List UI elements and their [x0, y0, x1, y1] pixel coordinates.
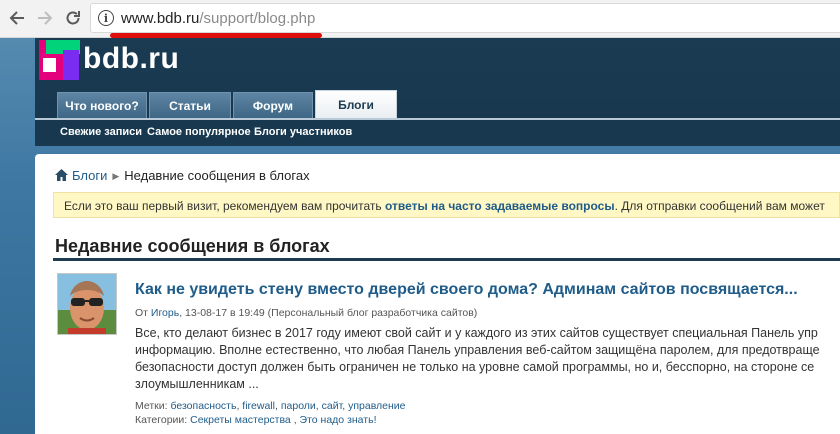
- post-categories: Категории: Секреты мастерства , Это надо…: [135, 414, 377, 426]
- notice-text-before: Если это ваш первый визит, рекомендуем в…: [64, 199, 385, 213]
- tag-link[interactable]: пароли: [281, 400, 316, 412]
- reload-icon[interactable]: [60, 5, 86, 31]
- faq-link[interactable]: ответы на часто задаваемые вопросы: [385, 199, 615, 213]
- forward-arrow-icon[interactable]: [32, 5, 58, 31]
- post-author-link[interactable]: Игорь: [151, 307, 179, 319]
- tab-blogs[interactable]: Блоги: [315, 90, 397, 118]
- category-link[interactable]: Секреты мастерства: [190, 414, 291, 426]
- tag-link[interactable]: firewall: [242, 400, 275, 412]
- breadcrumb: Блоги ▶ Недавние сообщения в блогах: [55, 168, 310, 184]
- excerpt-line: Все, кто делают бизнес в 2017 году имеют…: [135, 326, 818, 340]
- excerpt-line: злоумышленникам ...: [135, 377, 259, 391]
- subnav-most-popular[interactable]: Самое популярное: [147, 126, 251, 138]
- back-arrow-icon[interactable]: [4, 5, 30, 31]
- breadcrumb-blogs-link[interactable]: Блоги: [72, 168, 107, 183]
- logo-icon[interactable]: [35, 40, 81, 82]
- address-bar[interactable]: i www.bdb.ru/support/blog.php: [90, 3, 840, 33]
- breadcrumb-current: Недавние сообщения в блогах: [124, 168, 310, 183]
- url-text[interactable]: www.bdb.ru/support/blog.php: [121, 10, 315, 27]
- category-link[interactable]: Это надо знать!: [300, 414, 377, 426]
- subnav-recent-posts[interactable]: Свежие записи: [60, 126, 142, 138]
- tags-label: Метки:: [135, 400, 171, 412]
- tag-link[interactable]: безопасность: [170, 400, 236, 412]
- tag-link[interactable]: сайт: [322, 400, 343, 412]
- url-host: www.bdb.ru: [121, 10, 200, 27]
- post-title-link[interactable]: Как не увидеть стену вместо дверей своег…: [135, 281, 798, 299]
- info-icon[interactable]: i: [98, 10, 114, 26]
- excerpt-line: информацию. Вполне естественно, что люба…: [135, 343, 820, 357]
- main-content: Блоги ▶ Недавние сообщения в блогах Если э…: [35, 154, 840, 434]
- site-header: bdb.ru Что нового? Статьи Форум Блоги: [35, 38, 840, 118]
- blog-subnav: Свежие записи Самое популярное Блоги уча…: [35, 118, 840, 146]
- author-avatar[interactable]: [57, 273, 117, 335]
- meta-date-blog: , 13-08-17 в 19:49 (Персональный блог ра…: [179, 307, 478, 319]
- tab-forum[interactable]: Форум: [233, 92, 313, 118]
- first-visit-notice: Если это ваш первый визит, рекомендуем в…: [53, 192, 840, 218]
- tag-link[interactable]: управление: [348, 400, 405, 412]
- tab-articles[interactable]: Статьи: [149, 92, 231, 118]
- section-title: Недавние сообщения в блогах: [55, 236, 330, 256]
- post-excerpt: Все, кто делают бизнес в 2017 году имеют…: [135, 325, 840, 393]
- post-tags: Метки: безопасность, firewall, пароли, с…: [135, 400, 406, 412]
- excerpt-line: безопасности доступ должен быть ограниче…: [135, 360, 815, 374]
- url-path: /support/blog.php: [199, 10, 316, 27]
- subnav-member-blogs[interactable]: Блоги участников: [254, 126, 352, 138]
- notice-text-after: . Для отправки сообщений вам может: [614, 199, 825, 213]
- site-logo-text[interactable]: bdb.ru: [83, 42, 179, 76]
- section-divider: [53, 258, 840, 261]
- categories-label: Категории:: [135, 414, 191, 426]
- meta-prefix: От: [135, 307, 151, 319]
- post-meta: От Игорь, 13-08-17 в 19:49 (Персональный…: [135, 307, 477, 319]
- breadcrumb-separator-icon: ▶: [112, 171, 120, 181]
- home-icon[interactable]: [55, 169, 68, 184]
- tab-whats-new[interactable]: Что нового?: [57, 92, 147, 118]
